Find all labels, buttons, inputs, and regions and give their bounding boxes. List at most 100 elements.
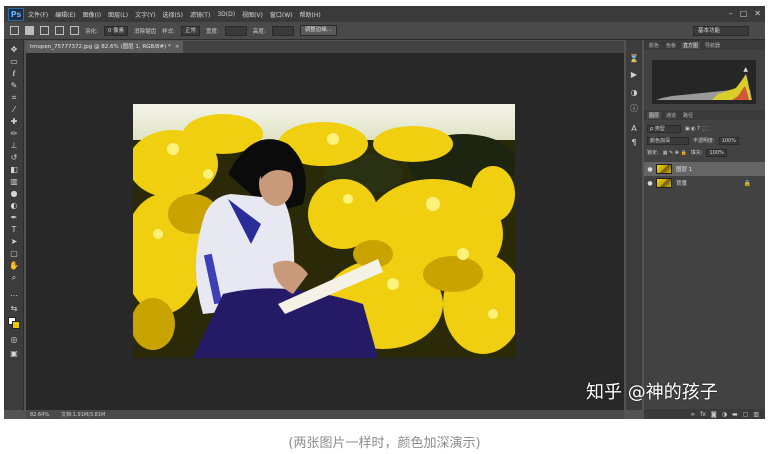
layer-thumbnail [656,178,672,188]
marquee-tool-preset-icon[interactable] [10,26,19,35]
path-select-tool-icon[interactable]: ➤ [9,238,19,246]
opacity-label: 不透明度: [693,138,715,144]
document-image[interactable] [133,104,515,358]
close-tab-icon[interactable]: × [175,44,180,50]
blend-mode-select[interactable]: 颜色加深 [647,136,689,145]
lock-label: 锁定: [647,150,659,156]
menu-type[interactable]: 文字(Y) [135,10,155,19]
subtract-selection-icon[interactable] [55,26,64,35]
opacity-input[interactable]: 100% [718,136,739,145]
menu-select[interactable]: 选择(S) [162,10,183,19]
menu-3d[interactable]: 3D(D) [217,11,235,18]
menu-filter[interactable]: 滤镜(T) [190,10,210,19]
tab-swatches[interactable]: 色板 [664,42,678,49]
width-input[interactable] [224,25,247,36]
filter-icons[interactable]: ▣ ◐ T ⬚ ⬛ [685,126,714,132]
healing-brush-tool-icon[interactable]: ✚ [9,118,19,126]
link-icon[interactable]: ∞ [690,411,695,418]
layer-thumbnail [656,164,672,174]
height-input[interactable] [271,25,294,36]
layer-row-layer1[interactable]: ● 图层 1 [644,162,765,176]
eraser-tool-icon[interactable]: ◧ [9,166,19,174]
new-layer-icon[interactable]: ▢ [743,411,749,418]
lock-icons[interactable]: ▦ ✎ ✥ 🔒 [663,150,687,156]
mask-icon[interactable]: ◙ [711,411,717,418]
tab-color[interactable]: 颜色 [647,42,661,49]
maximize-button[interactable]: □ [740,8,748,19]
tab-layers[interactable]: 图层 [647,111,662,119]
type-tool-icon[interactable]: T [9,226,19,234]
layers-panel-tabs: 图层 通道 路径 [644,110,765,120]
refine-edge-button[interactable]: 调整边缘... [299,25,337,36]
tab-navigator[interactable]: 导航器 [703,42,722,49]
clone-stamp-tool-icon[interactable]: ⊥ [9,142,19,150]
crop-tool-icon[interactable]: ⌗ [9,94,19,102]
menu-help[interactable]: 帮助(H) [300,10,321,19]
blur-tool-icon[interactable]: ● [9,190,19,198]
document-tab-bar: tmopen_75777372.jpg @ 82.6% (图层 1, RGB/8… [26,41,624,53]
zoom-level[interactable]: 82.64% [30,412,49,418]
hand-tool-icon[interactable]: ✋ [9,262,19,270]
visibility-eye-icon[interactable]: ● [644,180,656,187]
shape-tool-icon[interactable]: ▢ [9,250,19,258]
menu-file[interactable]: 文件(F) [28,10,48,19]
menu-image[interactable]: 图像(I) [83,10,101,19]
histogram-graph [656,74,752,100]
quick-select-tool-icon[interactable]: ✎ [9,82,19,90]
add-selection-icon[interactable] [40,26,49,35]
quick-mask-icon[interactable]: ◎ [9,336,19,344]
actions-panel-icon[interactable]: ▶ [629,70,639,79]
tab-channels[interactable]: 通道 [664,112,678,119]
minimize-button[interactable]: – [729,8,733,19]
photoshop-window: Ps 文件(F) 编辑(E) 图像(I) 图层(L) 文字(Y) 选择(S) 滤… [4,6,765,419]
dodge-tool-icon[interactable]: ◐ [9,202,19,210]
tab-histogram[interactable]: 直方图 [681,41,701,49]
new-selection-icon[interactable] [25,26,34,35]
rect-marquee-tool-icon[interactable]: ▭ [9,58,19,66]
color-panel-tabs: 颜色 色板 直方图 导航器 [644,40,765,50]
menu-edit[interactable]: 编辑(E) [55,10,75,19]
fill-input[interactable]: 100% [706,148,727,157]
adjustments-panel-icon[interactable]: ◑ [629,88,639,97]
paragraph-panel-icon[interactable]: ¶ [629,138,639,147]
pen-tool-icon[interactable]: ✒ [9,214,19,222]
visibility-eye-icon[interactable]: ● [644,166,656,173]
gradient-tool-icon[interactable]: ▥ [9,178,19,186]
folder-icon[interactable]: ▬ [732,411,738,418]
character-panel-icon[interactable]: A [629,124,639,133]
zoom-tool-icon[interactable]: ⌕ [9,274,19,282]
layer-row-background[interactable]: ● 背景 🔒 [644,176,765,190]
properties-panel-icon[interactable]: ⓘ [629,104,639,113]
cache-warning-icon[interactable]: ▲ [743,66,748,73]
tab-paths[interactable]: 路径 [681,112,695,119]
layer-filter-row: ρ 类型 ▣ ◐ T ⬚ ⬛ [647,124,714,133]
feather-input[interactable]: 0 像素 [103,25,129,36]
menu-layer[interactable]: 图层(L) [108,10,128,19]
style-select[interactable]: 正常 [180,25,200,36]
adjustment-icon[interactable]: ◑ [722,411,727,418]
right-panel-dock: 颜色 色板 直方图 导航器 ▲ 图层 通道 路径 ρ 类型 ▣ ◐ T ⬚ ⬛ … [644,40,765,419]
move-tool-icon[interactable]: ✥ [9,46,19,54]
trash-icon[interactable]: ▥ [753,411,759,418]
menu-window[interactable]: 窗口(W) [270,10,293,19]
antialias-label[interactable]: 消除锯齿 [134,27,156,35]
collapsed-panel-strip: ⌛ ▶ ◑ ⓘ A ¶ [626,40,642,410]
history-brush-tool-icon[interactable]: ↺ [9,154,19,162]
screen-mode-icon[interactable]: ▣ [9,350,19,358]
document-tab[interactable]: tmopen_75777372.jpg @ 82.6% (图层 1, RGB/8… [26,41,184,53]
intersect-selection-icon[interactable] [70,26,79,35]
layer-kind-filter[interactable]: ρ 类型 [647,124,681,133]
canvas-area[interactable] [26,53,624,410]
history-panel-icon[interactable]: ⌛ [629,54,639,63]
menu-bar: Ps 文件(F) 编辑(E) 图像(I) 图层(L) 文字(Y) 选择(S) 滤… [4,6,765,22]
fx-icon[interactable]: fx [700,411,706,418]
workspace-select[interactable]: 基本功能 [693,26,749,36]
close-button[interactable]: ✕ [754,8,761,19]
menu-view[interactable]: 视图(V) [242,10,263,19]
brush-tool-icon[interactable]: ✏ [9,130,19,138]
background-color-swatch[interactable] [12,321,20,329]
edit-toolbar-icon[interactable]: … [9,290,19,298]
swap-colors-icon[interactable]: ⇆ [9,305,19,313]
eyedropper-tool-icon[interactable]: ⁄ [9,106,19,114]
lasso-tool-icon[interactable]: ℓ [9,70,19,78]
